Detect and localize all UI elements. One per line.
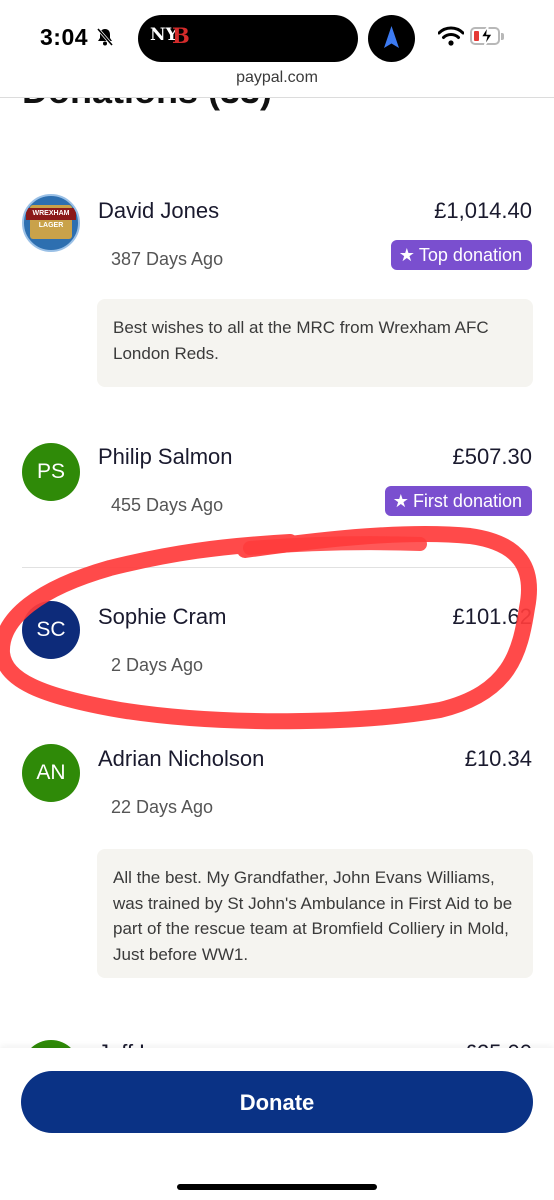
donor-name: Adrian Nicholson: [98, 746, 265, 771]
location-arrow-icon: [384, 26, 399, 48]
donations-list[interactable]: Donations (33) WREXHAM LAGER David Jones…: [0, 98, 554, 1098]
home-indicator[interactable]: [177, 1184, 377, 1190]
section-title: Donations (33): [22, 98, 272, 112]
donation-date: 22 Days Ago: [111, 797, 214, 817]
donor-avatar: AN: [22, 744, 80, 802]
browser-url[interactable]: paypal.com: [0, 69, 554, 87]
donation-amount: £507.30: [452, 444, 532, 469]
navigation-indicator[interactable]: [368, 15, 415, 62]
donation-date: 387 Days Ago: [111, 249, 224, 269]
donation-amount: £1,014.40: [434, 198, 532, 223]
badge-label: First donation: [412, 491, 522, 511]
donation-amount: £10.34: [464, 746, 532, 771]
donate-button[interactable]: Donate: [21, 1071, 533, 1133]
donation-amount: £101.62: [452, 604, 532, 629]
donor-name: Sophie Cram: [98, 604, 227, 629]
top-donation-badge: ★ Top donation: [390, 240, 532, 270]
donor-avatar: SC: [22, 601, 80, 659]
dynamic-island[interactable]: NY B: [138, 15, 358, 62]
first-donation-badge: ★ First donation: [384, 486, 532, 516]
donor-name: Philip Salmon: [98, 444, 233, 469]
donor-name: David Jones: [98, 198, 220, 223]
footer-bar: Donate: [0, 1048, 554, 1200]
list-divider: [22, 567, 532, 568]
donation-message: Best wishes to all at the MRC from Wrexh…: [97, 299, 533, 387]
star-icon: ★: [392, 491, 409, 511]
avatar-logo-text: WREXHAM LAGER: [32, 210, 70, 229]
status-bar: 3:04 NY B paypal.com: [0, 0, 554, 86]
battery-charging-icon: [479, 25, 494, 47]
status-time: 3:04: [40, 24, 89, 50]
star-icon: ★: [398, 245, 415, 265]
bell-slash-icon: [96, 28, 114, 46]
battery-tip: [501, 33, 504, 40]
donation-message: All the best. My Grandfather, John Evans…: [97, 849, 533, 978]
donor-avatar: PS: [22, 443, 80, 501]
red-sox-logo: B: [172, 23, 190, 48]
donation-date: 455 Days Ago: [111, 495, 224, 515]
badge-label: Top donation: [418, 245, 522, 265]
wifi-icon: [438, 26, 464, 46]
donation-date: 2 Days Ago: [111, 655, 204, 675]
donor-avatar: WREXHAM LAGER: [22, 194, 80, 252]
